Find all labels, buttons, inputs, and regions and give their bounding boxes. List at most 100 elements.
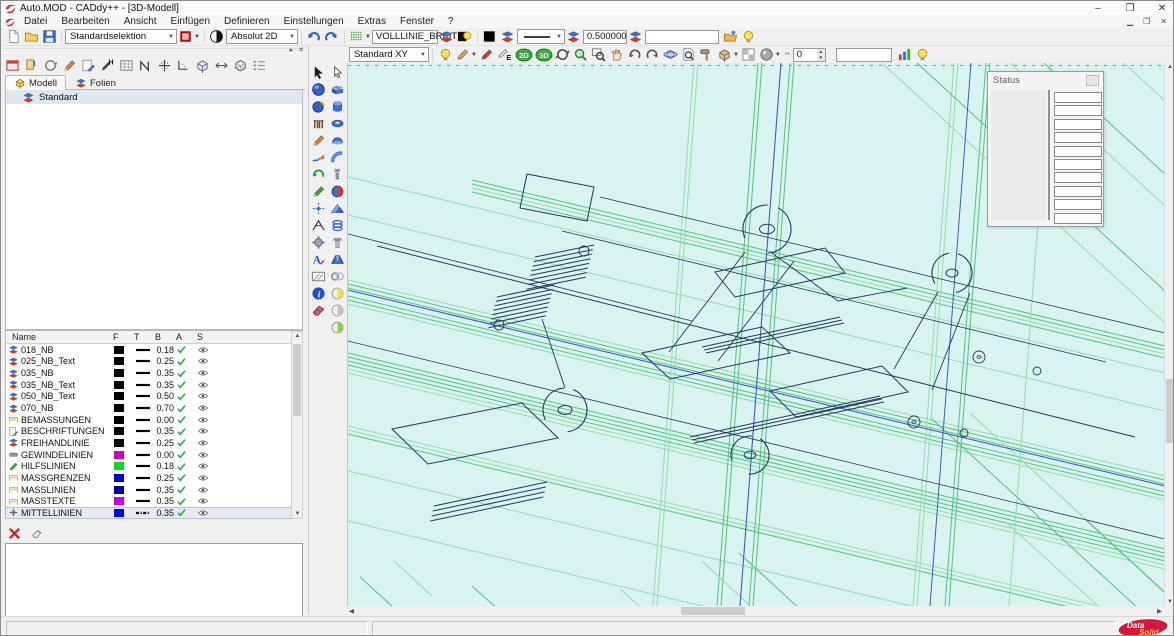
orbit-right-button[interactable]	[644, 46, 662, 63]
layer-active-check[interactable]	[176, 507, 197, 518]
select-rect-button[interactable]: ▼	[177, 28, 201, 45]
cross-plus-button[interactable]	[155, 57, 173, 74]
cube-wire-button[interactable]	[231, 57, 249, 74]
layer-visible-eye[interactable]	[197, 344, 219, 356]
layer-row-gewindelinien[interactable]: GEWINDELINIEN0.00	[6, 449, 291, 461]
pencil-orange-button[interactable]	[60, 57, 78, 74]
scrollbar-thumb[interactable]	[293, 344, 301, 416]
layer-row-035_nb_text[interactable]: 035_NB_Text0.35	[6, 379, 291, 391]
layer-visible-eye[interactable]	[197, 390, 219, 402]
status-field-5[interactable]	[1054, 146, 1102, 157]
prim-screw-button[interactable]	[329, 166, 347, 183]
prim-rings-button[interactable]	[329, 268, 347, 285]
layer-color-swatch[interactable]	[114, 346, 135, 354]
hammer-button[interactable]	[698, 46, 716, 63]
tab-folien[interactable]: Folien	[66, 75, 125, 90]
prim-wedge2-button[interactable]	[329, 251, 347, 268]
column-s[interactable]: S	[197, 332, 218, 342]
linewidth-input[interactable]: 0.500000	[583, 30, 627, 44]
sphere-yellow-button[interactable]	[329, 285, 347, 302]
pencil-dd-button[interactable]: ▼	[454, 46, 478, 63]
layer-linestyle[interactable]	[135, 451, 156, 459]
aux-input[interactable]	[645, 30, 719, 44]
note-edit-button[interactable]	[79, 57, 97, 74]
panel-grip[interactable]	[3, 48, 305, 53]
sphere-gray-button[interactable]	[329, 302, 347, 319]
prim-cylinder-button[interactable]	[329, 98, 347, 115]
menu-item-einfgen[interactable]: Einfügen	[164, 15, 217, 28]
trim-corner-button[interactable]	[174, 57, 192, 74]
layer-linestyle[interactable]	[135, 427, 156, 435]
view-aux-input[interactable]	[836, 48, 892, 62]
layer-linestyle[interactable]	[135, 509, 156, 517]
layer-visible-eye[interactable]	[197, 437, 219, 449]
status-field-10[interactable]	[1054, 213, 1102, 224]
rotate-view-button[interactable]	[554, 46, 572, 63]
prim-pipe-button[interactable]	[329, 149, 347, 166]
status-field-6[interactable]	[1054, 159, 1102, 170]
undo-button[interactable]	[305, 28, 323, 45]
layer-color-swatch[interactable]	[114, 404, 135, 412]
restore-button[interactable]: ❐	[1123, 3, 1137, 14]
pencil-h-button[interactable]: H	[98, 57, 116, 74]
sphere-green-button[interactable]	[329, 319, 347, 336]
status-field-1[interactable]	[1054, 92, 1102, 103]
hatch-rect-button[interactable]	[310, 268, 328, 285]
tree-item-standard[interactable]: Standard	[6, 90, 302, 104]
status-field-3[interactable]	[1054, 119, 1102, 130]
layer-visible-eye[interactable]	[197, 425, 219, 437]
layer-visible-eye[interactable]	[197, 484, 219, 496]
layer-color-swatch[interactable]	[114, 486, 135, 494]
spinner-down-icon[interactable]: ▼	[817, 55, 825, 61]
layer-active-check[interactable]	[176, 437, 197, 448]
layer-row-035_nb[interactable]: 035_NB0.35	[6, 367, 291, 379]
layer-row-050_nb_text[interactable]: 050_NB_Text0.50	[6, 391, 291, 403]
layer-row-beschriftungen[interactable]: BESCHRIFTUNGEN0.35	[6, 425, 291, 437]
pencil-red-button[interactable]	[478, 46, 496, 63]
layer-color-swatch[interactable]	[114, 427, 135, 435]
layer-active-check[interactable]	[176, 379, 197, 390]
layer-visible-eye[interactable]	[197, 355, 219, 367]
pencil-green-button[interactable]	[310, 183, 328, 200]
prim-sphere-red-button[interactable]	[329, 183, 347, 200]
status-panel-close-button[interactable]	[1086, 75, 1099, 86]
layer-row-hilfslinien[interactable]: HILFSLINIEN0.18	[6, 460, 291, 472]
layer-linestyle[interactable]	[135, 357, 156, 365]
orbit-left-button[interactable]	[626, 46, 644, 63]
rotate-green-button[interactable]	[310, 166, 328, 183]
prim-torus-button[interactable]	[329, 115, 347, 132]
column-name[interactable]: Name	[6, 332, 113, 342]
tab-modell[interactable]: Modell	[5, 75, 66, 90]
snap-cross-button[interactable]	[310, 200, 328, 217]
prim-wedge-button[interactable]	[329, 200, 347, 217]
linetype-input[interactable]: VOLLLINIE_BREIT	[372, 30, 438, 44]
layer-color-swatch[interactable]	[114, 416, 135, 424]
status-panel[interactable]: Status	[987, 71, 1104, 227]
layer-linestyle[interactable]	[135, 392, 156, 400]
menu-item-definieren[interactable]: Definieren	[217, 15, 277, 28]
layer-row-mittellinien[interactable]: MITTELLINIEN0.35	[6, 507, 291, 519]
status-field-2[interactable]	[1054, 105, 1102, 116]
layer-linestyle[interactable]	[135, 416, 156, 424]
gear-flask-button[interactable]	[310, 234, 328, 251]
layer-visible-eye[interactable]	[197, 402, 219, 414]
layers-button[interactable]	[499, 28, 517, 45]
red-x-button[interactable]	[5, 525, 23, 542]
status-field-7[interactable]	[1054, 172, 1102, 183]
grid-green-button[interactable]: ▼	[348, 28, 372, 45]
window-red-button[interactable]	[3, 57, 21, 74]
layer-color-swatch[interactable]	[114, 462, 135, 470]
eraser-small-button[interactable]	[27, 525, 45, 542]
layer-active-check[interactable]	[176, 484, 197, 495]
select-arrow-button[interactable]	[310, 64, 328, 81]
status-field-8[interactable]	[1054, 186, 1102, 197]
swatch-black-button[interactable]	[481, 28, 499, 45]
bulb-black-button[interactable]	[456, 28, 474, 45]
folder-users-button[interactable]	[722, 28, 740, 45]
layer-visible-eye[interactable]	[197, 507, 219, 519]
layer-color-swatch[interactable]	[114, 392, 135, 400]
mdi-restore-button[interactable]: ❐	[1143, 17, 1150, 26]
menu-item-einstellungen[interactable]: Einstellungen	[277, 15, 351, 28]
layer-active-check[interactable]	[176, 403, 197, 414]
panel-close-icon[interactable]: ✕	[298, 46, 304, 54]
